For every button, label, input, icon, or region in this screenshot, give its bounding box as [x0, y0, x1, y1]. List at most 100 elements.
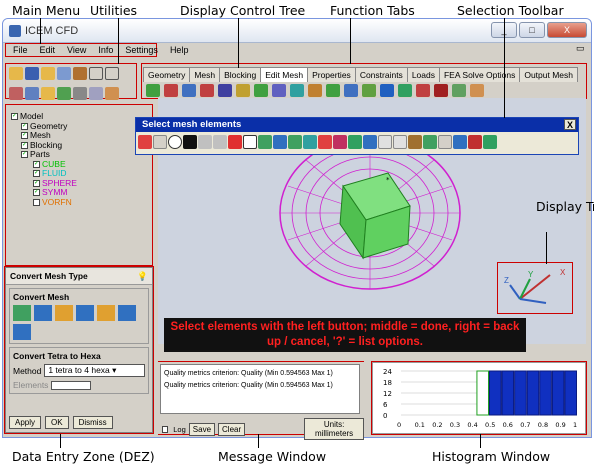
zoom-icon[interactable] [25, 87, 39, 100]
dismiss-button[interactable]: Dismiss [72, 416, 113, 429]
restore-icon[interactable]: ▭ [576, 43, 592, 54]
color-icon[interactable] [318, 135, 332, 149]
circle-icon[interactable] [168, 135, 182, 149]
box-icon[interactable] [243, 135, 257, 149]
tab-fea-solve-options[interactable]: FEA Solve Options [438, 67, 521, 82]
list-icon[interactable] [393, 135, 407, 149]
volume-icon[interactable] [258, 135, 272, 149]
delete-nodes-icon[interactable] [434, 84, 448, 97]
merge-icon[interactable] [218, 84, 232, 97]
done-icon[interactable] [483, 135, 497, 149]
move-nodes-icon[interactable] [254, 84, 268, 97]
shell-to-solid-icon[interactable] [76, 305, 94, 321]
open-icon[interactable] [9, 67, 23, 80]
histogram-bar[interactable] [539, 370, 552, 416]
shade-icon[interactable] [89, 87, 103, 100]
tab-blocking[interactable]: Blocking [219, 67, 262, 82]
convert-icon[interactable] [290, 84, 304, 97]
star-icon[interactable] [153, 135, 167, 149]
menu-edit[interactable]: Edit [34, 45, 62, 55]
histogram-bar[interactable] [514, 370, 527, 416]
check-mesh-icon[interactable] [146, 84, 160, 97]
tab-constraints[interactable]: Constraints [354, 67, 408, 82]
tree-part-vorfn[interactable]: VORFN [11, 197, 77, 208]
all-select-icon[interactable] [138, 135, 152, 149]
n-icon[interactable] [380, 84, 394, 97]
clear-log-button[interactable]: Clear [218, 422, 246, 436]
linear-to-quadratic-icon[interactable] [97, 305, 115, 321]
transform-icon[interactable] [272, 84, 286, 97]
extrude-icon[interactable] [362, 84, 376, 97]
render-icon[interactable] [57, 87, 71, 100]
tab-output-mesh[interactable]: Output Mesh [519, 67, 578, 82]
menu-help[interactable]: Help [164, 45, 195, 55]
quadratic-to-linear-icon[interactable] [118, 305, 136, 321]
measure-icon[interactable] [41, 87, 55, 100]
save-icon[interactable] [25, 67, 39, 80]
tab-properties[interactable]: Properties [307, 67, 356, 82]
create-mid-nodes-icon[interactable] [13, 324, 31, 340]
histogram-bar[interactable] [501, 370, 515, 416]
quality-icon[interactable] [164, 84, 178, 97]
pick-icon[interactable] [438, 135, 452, 149]
part-icon[interactable] [333, 135, 347, 149]
save-log-button[interactable]: Save [188, 422, 216, 436]
adjust-icon[interactable] [308, 84, 322, 97]
fit-icon[interactable] [9, 87, 23, 100]
units-button[interactable]: Units: millimeters [304, 418, 364, 440]
copy-icon[interactable] [105, 87, 119, 100]
flood-icon[interactable] [453, 135, 467, 149]
refine-icon[interactable] [416, 84, 430, 97]
tab-loads[interactable]: Loads [406, 67, 440, 82]
export-icon[interactable] [73, 67, 87, 80]
attach-icon[interactable] [348, 135, 362, 149]
tab-mesh[interactable]: Mesh [189, 67, 221, 82]
histogram-bar[interactable] [476, 370, 490, 416]
menu-info[interactable]: Info [92, 45, 119, 55]
menu-settings[interactable]: Settings [119, 45, 164, 55]
renumber-icon[interactable] [326, 84, 340, 97]
grid-icon[interactable] [398, 84, 412, 97]
x-icon[interactable] [228, 135, 242, 149]
apply-button[interactable]: Apply [9, 416, 42, 429]
help-icon[interactable]: 💡 [137, 271, 148, 282]
surface-icon[interactable] [273, 135, 287, 149]
repair-icon[interactable] [200, 84, 214, 97]
histogram-bar[interactable] [551, 370, 565, 416]
histogram-bar[interactable] [564, 370, 578, 416]
log-checkbox[interactable] [162, 425, 169, 433]
elements-input[interactable] [51, 380, 92, 390]
filter-icon[interactable] [408, 135, 422, 149]
chain-icon[interactable] [213, 135, 227, 149]
wireframe-icon[interactable] [73, 87, 87, 100]
orient-icon[interactable] [344, 84, 358, 97]
subset-icon[interactable] [363, 135, 377, 149]
menu-icon[interactable] [378, 135, 392, 149]
method-select[interactable]: 1 tetra to 4 hexa ▾ [44, 364, 145, 377]
close-button[interactable]: X [547, 22, 587, 38]
cross-icon[interactable] [183, 135, 197, 149]
curve-icon[interactable] [288, 135, 302, 149]
selection-close-button[interactable]: X [564, 119, 576, 130]
delete-elements-icon[interactable] [452, 84, 466, 97]
neighbor-icon[interactable] [423, 135, 437, 149]
tetra-to-hexa-icon[interactable] [55, 305, 73, 321]
menu-file[interactable]: File [7, 45, 34, 55]
tri-to-quad-icon[interactable] [13, 305, 31, 321]
folder-icon[interactable] [41, 67, 55, 80]
rotate-icon[interactable] [468, 135, 482, 149]
maximize-button[interactable]: □ [519, 22, 545, 38]
undo-icon[interactable] [89, 67, 103, 80]
redo-icon[interactable] [105, 67, 119, 80]
point-icon[interactable] [303, 135, 317, 149]
smooth-icon[interactable] [182, 84, 196, 97]
split-icon[interactable] [236, 84, 250, 97]
link-icon[interactable] [198, 135, 212, 149]
histogram-bar[interactable] [526, 370, 540, 416]
menu-view[interactable]: View [61, 45, 92, 55]
tab-edit-mesh[interactable]: Edit Mesh [260, 67, 309, 82]
ok-button[interactable]: OK [45, 416, 69, 429]
histogram-bar[interactable] [489, 370, 502, 416]
edit-distribution-icon[interactable] [470, 84, 484, 97]
tab-geometry[interactable]: Geometry [143, 67, 191, 82]
